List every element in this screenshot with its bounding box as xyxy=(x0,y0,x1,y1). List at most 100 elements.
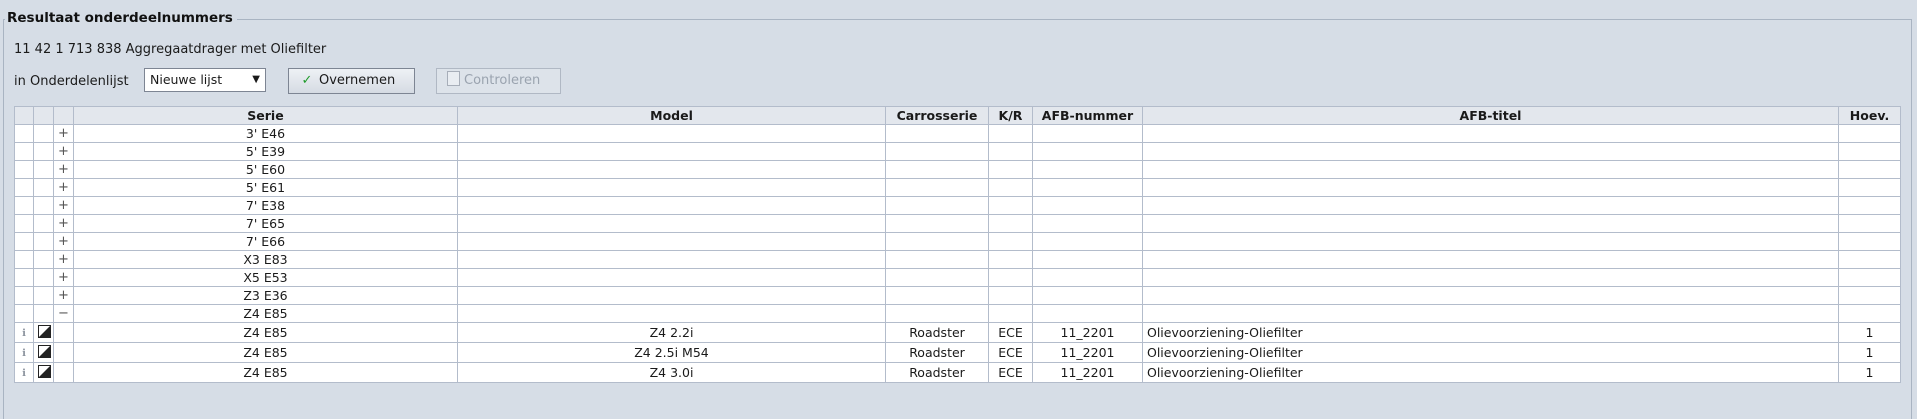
table-row[interactable]: ℹ Z4 E85 Z4 2.5i M54 Roadster ECE 11_2201 Olie… xyxy=(14,342,1901,363)
empty-cell xyxy=(1142,304,1839,323)
empty-cell xyxy=(1142,142,1839,161)
hoev-cell: 1 xyxy=(1838,342,1901,363)
group-row[interactable]: + X3 E83 xyxy=(14,250,1901,269)
flag-cell[interactable] xyxy=(33,322,54,343)
serie-cell: 7' E38 xyxy=(73,196,458,215)
info-cell[interactable]: ℹ xyxy=(14,342,34,363)
kr-cell: ECE xyxy=(988,322,1033,343)
col-model[interactable]: Model xyxy=(457,106,886,125)
empty-cell xyxy=(1142,214,1839,233)
info-cell[interactable]: ℹ xyxy=(14,362,34,383)
toggle-cell xyxy=(53,342,74,363)
empty-cell xyxy=(457,142,886,161)
empty-cell xyxy=(457,214,886,233)
group-row[interactable]: +5' E39 xyxy=(14,142,1901,161)
info-cell[interactable]: ℹ xyxy=(14,322,34,343)
hoev-cell: 1 xyxy=(1838,362,1901,383)
col-serie[interactable]: Serie xyxy=(73,106,458,125)
flag-cell xyxy=(33,214,54,233)
serie-cell: 5' E61 xyxy=(73,178,458,197)
info-icon[interactable]: ℹ xyxy=(22,328,26,339)
empty-cell xyxy=(988,142,1033,161)
empty-cell xyxy=(1142,232,1839,251)
expand-toggle[interactable]: + xyxy=(53,178,74,197)
table-row[interactable]: ℹ Z4 E85 Z4 2.2i Roadster ECE 11_2201 Olievoor… xyxy=(14,322,1901,343)
group-row[interactable]: +7' E38 xyxy=(14,196,1901,215)
expand-toggle[interactable]: − xyxy=(53,304,74,323)
group-row[interactable]: + X5 E53 xyxy=(14,268,1901,287)
info-icon[interactable]: ℹ xyxy=(22,348,26,359)
serie-cell: Z4 E85 xyxy=(73,362,458,383)
serie-cell: 7' E66 xyxy=(73,232,458,251)
empty-cell xyxy=(988,304,1033,323)
expand-toggle[interactable]: + xyxy=(53,232,74,251)
selection-flag-icon[interactable] xyxy=(38,365,51,378)
empty-cell xyxy=(988,268,1033,287)
empty-cell xyxy=(885,304,989,323)
info-cell xyxy=(14,232,34,251)
group-row[interactable]: +5' E60 xyxy=(14,160,1901,179)
empty-cell xyxy=(1032,214,1143,233)
toggle-cell xyxy=(53,322,74,343)
expand-toggle[interactable]: + xyxy=(53,160,74,179)
accept-button[interactable]: ✓ Overnemen xyxy=(288,68,415,94)
col-carrosserie[interactable]: Carrosserie xyxy=(885,106,989,125)
table-row[interactable]: ℹ Z4 E85 Z4 3.0i Roadster ECE 11_2201 Olievoor… xyxy=(14,362,1901,383)
flag-cell xyxy=(33,250,54,269)
expand-toggle[interactable]: + xyxy=(53,286,74,305)
selection-flag-icon[interactable] xyxy=(38,325,51,338)
col-hoev[interactable]: Hoev. xyxy=(1838,106,1901,125)
carrosserie-cell: Roadster xyxy=(885,322,989,343)
col-info xyxy=(14,106,34,125)
check-button[interactable]: Controleren xyxy=(436,68,561,94)
group-row[interactable]: +7' E65 xyxy=(14,214,1901,233)
model-cell: Z4 2.2i xyxy=(457,322,886,343)
expand-toggle[interactable]: + xyxy=(53,268,74,287)
col-afb-nummer[interactable]: AFB-nummer xyxy=(1032,106,1143,125)
serie-cell: Z4 E85 xyxy=(73,342,458,363)
serie-cell: Z3 E36 xyxy=(73,286,458,305)
group-row[interactable]: − Z4 E85 xyxy=(14,304,1901,323)
empty-cell xyxy=(885,214,989,233)
expand-toggle[interactable]: + xyxy=(53,250,74,269)
info-cell xyxy=(14,250,34,269)
flag-cell[interactable] xyxy=(33,362,54,383)
info-cell xyxy=(14,124,34,143)
group-row[interactable]: +3' E46 xyxy=(14,124,1901,143)
empty-cell xyxy=(885,268,989,287)
empty-cell xyxy=(1142,196,1839,215)
empty-cell xyxy=(988,196,1033,215)
info-icon[interactable]: ℹ xyxy=(22,368,26,379)
group-row[interactable]: + Z3 E36 xyxy=(14,286,1901,305)
selection-flag-icon[interactable] xyxy=(38,345,51,358)
parts-list-select[interactable]: Nieuwe lijst ▼ xyxy=(144,68,266,92)
accept-button-label: Overnemen xyxy=(319,73,396,88)
empty-cell xyxy=(1838,178,1901,197)
serie-cell: X3 E83 xyxy=(73,250,458,269)
serie-cell: X5 E53 xyxy=(73,268,458,287)
empty-cell xyxy=(1838,196,1901,215)
empty-cell xyxy=(457,232,886,251)
serie-cell: Z4 E85 xyxy=(73,322,458,343)
empty-cell xyxy=(1032,232,1143,251)
empty-cell xyxy=(457,160,886,179)
expand-toggle[interactable]: + xyxy=(53,142,74,161)
group-row[interactable]: +5' E61 xyxy=(14,178,1901,197)
afb-nummer-cell: 11_2201 xyxy=(1032,362,1143,383)
flag-cell xyxy=(33,178,54,197)
checkmark-icon: ✓ xyxy=(301,73,313,88)
group-row[interactable]: +7' E66 xyxy=(14,232,1901,251)
flag-cell xyxy=(33,142,54,161)
expand-toggle[interactable]: + xyxy=(53,196,74,215)
kr-cell: ECE xyxy=(988,362,1033,383)
flag-cell[interactable] xyxy=(33,342,54,363)
col-kr[interactable]: K/R xyxy=(988,106,1033,125)
empty-cell xyxy=(1032,268,1143,287)
col-afb-titel[interactable]: AFB-titel xyxy=(1142,106,1839,125)
expand-toggle[interactable]: + xyxy=(53,124,74,143)
empty-cell xyxy=(885,142,989,161)
part-description: 11 42 1 713 838 Aggregaatdrager met Olie… xyxy=(14,42,327,57)
expand-toggle[interactable]: + xyxy=(53,214,74,233)
empty-cell xyxy=(1838,124,1901,143)
empty-cell xyxy=(1838,232,1901,251)
